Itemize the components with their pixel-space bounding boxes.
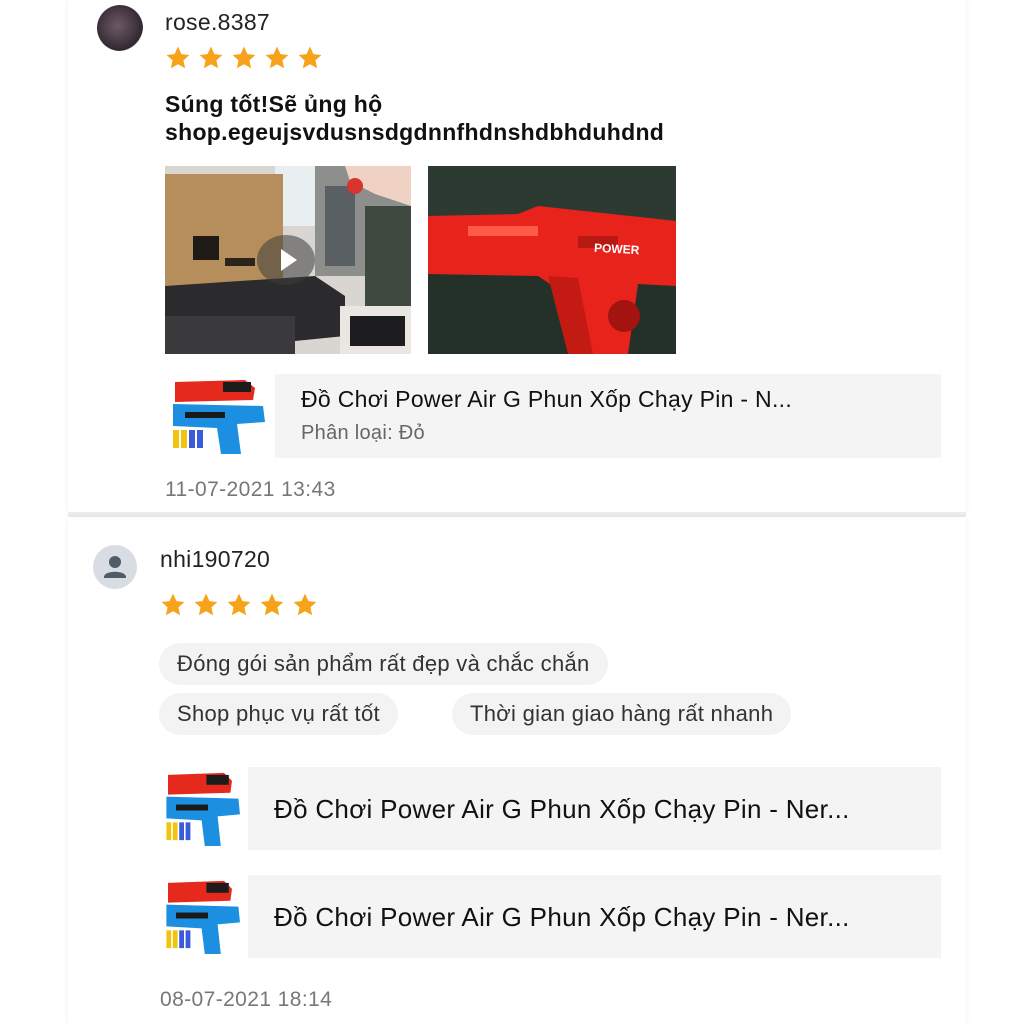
star-icon [298,46,322,69]
toy-gun-image [165,374,275,458]
user-icon [104,556,126,578]
product-variant: Phân loại: Đỏ [301,422,425,444]
review-date: 11-07-2021 13:43 [165,478,336,501]
star-icon [260,593,284,616]
play-button[interactable] [257,235,315,285]
product-name: Đồ Chơi Power Air G Phun Xốp Chạy Pin - … [301,386,793,412]
star-icon [293,593,317,616]
review-text-line: Súng tốt!Sẽ ủng hộ [165,91,383,117]
star-icon [166,46,190,69]
product-thumbnail [160,875,248,958]
product-card[interactable]: Đồ Chơi Power Air G Phun Xốp Chạy Pin - … [160,767,941,850]
product-card[interactable]: Đồ Chơi Power Air G Phun Xốp Chạy Pin - … [165,374,941,458]
play-icon [281,249,297,271]
review-photo[interactable]: POWER [428,166,676,354]
review-date: 08-07-2021 18:14 [160,988,333,1011]
product-name: Đồ Chơi Power Air G Phun Xốp Chạy Pin - … [274,902,850,932]
star-icon [227,593,251,616]
photo-image [428,166,676,354]
review-username: nhi190720 [160,546,271,572]
user-avatar[interactable] [97,5,143,51]
toy-gun-image [160,875,248,958]
review-tag: Thời gian giao hàng rất nhanh [452,693,792,735]
product-thumbnail [165,374,275,458]
product-name: Đồ Chơi Power Air G Phun Xốp Chạy Pin - … [274,794,850,824]
star-rating [160,592,318,618]
star-icon [161,593,185,616]
star-icon [232,46,256,69]
review-text-line: shop.egeujsvdusnsdgdnnfhdnshdbhduhdnd [165,119,665,145]
review-tag: Shop phục vụ rất tốt [159,693,398,735]
review-username: rose.8387 [165,9,270,35]
star-icon [199,46,223,69]
review-text: Súng tốt!Sẽ ủng hộ shop.egeujsvdusnsdgdn… [165,90,905,146]
star-icon [194,593,218,616]
user-avatar[interactable] [93,545,137,589]
star-rating [165,45,323,71]
photo-caption: POWER [593,240,640,258]
product-thumbnail [160,767,248,850]
review-video-thumbnail[interactable] [165,166,411,354]
star-icon [265,46,289,69]
product-card[interactable]: Đồ Chơi Power Air G Phun Xốp Chạy Pin - … [160,875,941,958]
review-tag: Đóng gói sản phẩm rất đẹp và chắc chắn [159,643,608,685]
toy-gun-image [160,767,248,850]
